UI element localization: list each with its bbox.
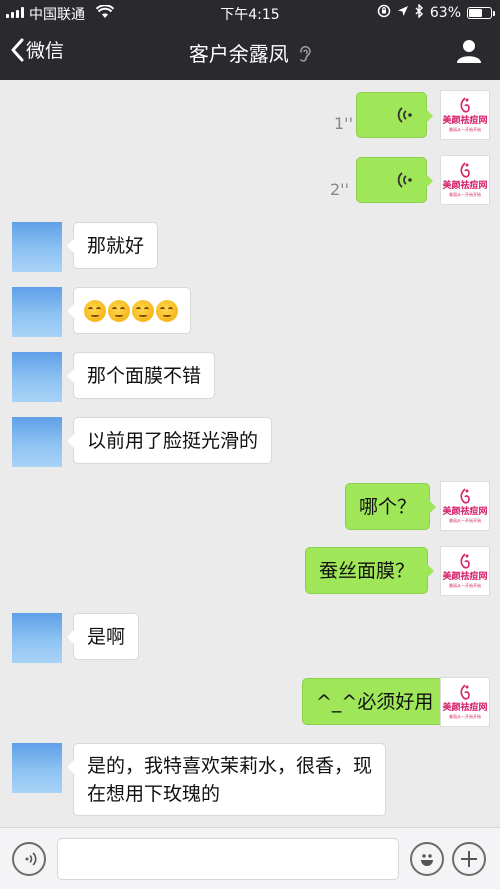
brand-avatar[interactable]: 美颜祛痘网 美丽从一开始开始 (440, 90, 490, 140)
chat-title: 客户余露凤 (0, 38, 500, 67)
voice-message-bubble[interactable] (356, 157, 433, 203)
brand-logo-icon (460, 97, 470, 113)
contact-avatar[interactable] (12, 743, 62, 793)
emoji-message-bubble[interactable] (67, 287, 191, 334)
person-icon[interactable] (456, 38, 482, 68)
message-text-line: 在想用下玫瑰的 (87, 782, 221, 805)
text-message-bubble[interactable]: 哪个？ (345, 483, 437, 530)
bluetooth-icon (415, 3, 424, 22)
message-text: 那个面膜不错 (87, 364, 202, 387)
emoji-icon[interactable] (410, 842, 444, 876)
brand-slogan: 美丽从一开始开始 (448, 518, 481, 524)
contact-avatar[interactable] (12, 287, 62, 337)
contact-avatar[interactable] (12, 352, 62, 402)
brand-name: 美颜祛痘网 (442, 572, 488, 582)
input-bar (0, 827, 500, 889)
message-text: 那就好 (87, 234, 145, 257)
text-message-bubble[interactable]: 蚕丝面膜？ (305, 547, 435, 594)
text-message-bubble[interactable]: 以前用了脸挺光滑的 (66, 417, 273, 464)
contact-avatar[interactable] (12, 613, 62, 663)
text-message-bubble[interactable]: ^_^必须好用 (302, 678, 454, 725)
ear-icon (300, 45, 311, 62)
brand-avatar[interactable]: 美颜祛痘网 美丽从一开始开始 (440, 155, 490, 205)
voice-wave-icon (397, 107, 412, 123)
smiling-face-icon (132, 299, 154, 322)
brand-avatar[interactable]: 美颜祛痘网 美丽从一开始开始 (440, 677, 490, 727)
brand-avatar[interactable]: 美颜祛痘网 美丽从一开始开始 (440, 481, 490, 531)
smiling-face-icon (108, 299, 130, 322)
plus-icon[interactable] (452, 842, 486, 876)
message-text: 是啊 (87, 625, 126, 648)
voice-message-bubble[interactable] (356, 92, 433, 138)
brand-name: 美颜祛痘网 (442, 116, 488, 126)
brand-logo-icon (460, 684, 470, 700)
brand-name: 美颜祛痘网 (442, 507, 488, 517)
message-text: 哪个？ (359, 495, 417, 518)
voice-duration: 2'' (330, 180, 349, 199)
top-bar: 中国联通 下午4:15 63% 微信 客户余露凤 (0, 0, 500, 80)
message-text: ^_^必须好用 (316, 690, 434, 713)
message-list: 1'' 美颜祛痘网 美丽从一开始开始 2'' 美颜祛痘网 美丽从一开始开始 那就… (0, 80, 500, 827)
text-message-bubble[interactable]: 那就好 (66, 222, 159, 269)
brand-slogan: 美丽从一开始开始 (448, 192, 481, 198)
text-message-bubble[interactable]: 那个面膜不错 (66, 352, 216, 399)
status-bar: 中国联通 下午4:15 63% (0, 0, 500, 26)
message-input[interactable] (57, 838, 399, 880)
contact-avatar[interactable] (12, 417, 62, 467)
voice-duration: 1'' (334, 114, 353, 133)
message-text: 以前用了脸挺光滑的 (87, 429, 259, 452)
contact-name: 客户余露凤 (188, 42, 289, 66)
location-icon (397, 5, 409, 21)
voice-wave-icon (397, 172, 412, 188)
brand-name: 美颜祛痘网 (442, 703, 488, 713)
brand-slogan: 美丽从一开始开始 (448, 714, 481, 720)
brand-logo-icon (460, 488, 470, 504)
message-text: 蚕丝面膜？ (319, 559, 415, 582)
brand-logo-icon (460, 553, 470, 569)
rotation-lock-icon (377, 4, 391, 22)
battery-icon (467, 7, 495, 19)
battery-percent: 63% (429, 5, 461, 21)
brand-avatar[interactable]: 美颜祛痘网 美丽从一开始开始 (440, 546, 490, 596)
brand-slogan: 美丽从一开始开始 (448, 127, 481, 133)
message-text-line: 是的，我特喜欢茉莉水，很香，现 (87, 754, 373, 777)
text-message-bubble[interactable]: 是啊 (66, 613, 140, 660)
text-message-bubble[interactable]: 是的，我特喜欢茉莉水，很香，现 在想用下玫瑰的 (66, 743, 387, 816)
smiling-face-icon (156, 299, 178, 322)
brand-logo-icon (460, 162, 470, 178)
brand-name: 美颜祛痘网 (442, 181, 488, 191)
brand-slogan: 美丽从一开始开始 (448, 583, 481, 589)
nav-bar: 微信 客户余露凤 (0, 26, 500, 80)
smiling-face-icon (84, 299, 106, 322)
contact-avatar[interactable] (12, 222, 62, 272)
voice-icon[interactable] (12, 842, 46, 876)
